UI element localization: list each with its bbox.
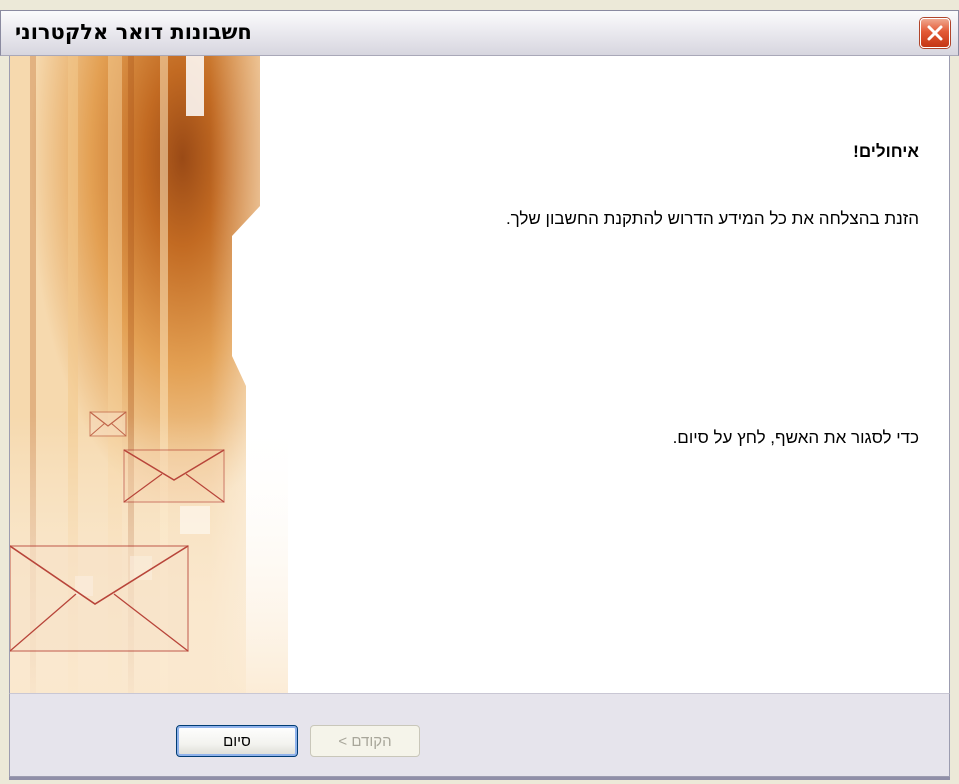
window-title: חשבונות דואר אלקטרוני	[15, 20, 252, 44]
back-button[interactable]: < הקודם	[310, 725, 420, 757]
envelope-icon-small	[89, 411, 127, 437]
finish-button[interactable]: סיום	[176, 725, 298, 757]
title-bar[interactable]: חשבונות דואר אלקטרוני	[0, 10, 959, 56]
finish-instruction: כדי לסגור את האשף, לחץ על סיום.	[672, 428, 919, 447]
wizard-window: חשבונות דואר אלקטרוני איחולים! הזנת בהצל…	[0, 0, 959, 784]
close-icon	[926, 24, 944, 42]
wizard-side-image	[10, 56, 288, 693]
wizard-body: איחולים! הזנת בהצלחה את כל המידע הדרוש ל…	[9, 56, 950, 693]
envelope-icon-medium	[123, 449, 225, 503]
wizard-footer: סיום < הקודם	[9, 693, 950, 777]
congratulations-heading: איחולים!	[853, 142, 919, 161]
wizard-content: איחולים! הזנת בהצלחה את כל המידע הדרוש ל…	[288, 56, 949, 693]
close-button[interactable]	[920, 18, 950, 48]
window-bottom-border	[9, 777, 950, 780]
success-message: הזנת בהצלחה את כל המידע הדרוש להתקנת החש…	[505, 209, 919, 228]
envelope-icon-large	[10, 545, 189, 652]
